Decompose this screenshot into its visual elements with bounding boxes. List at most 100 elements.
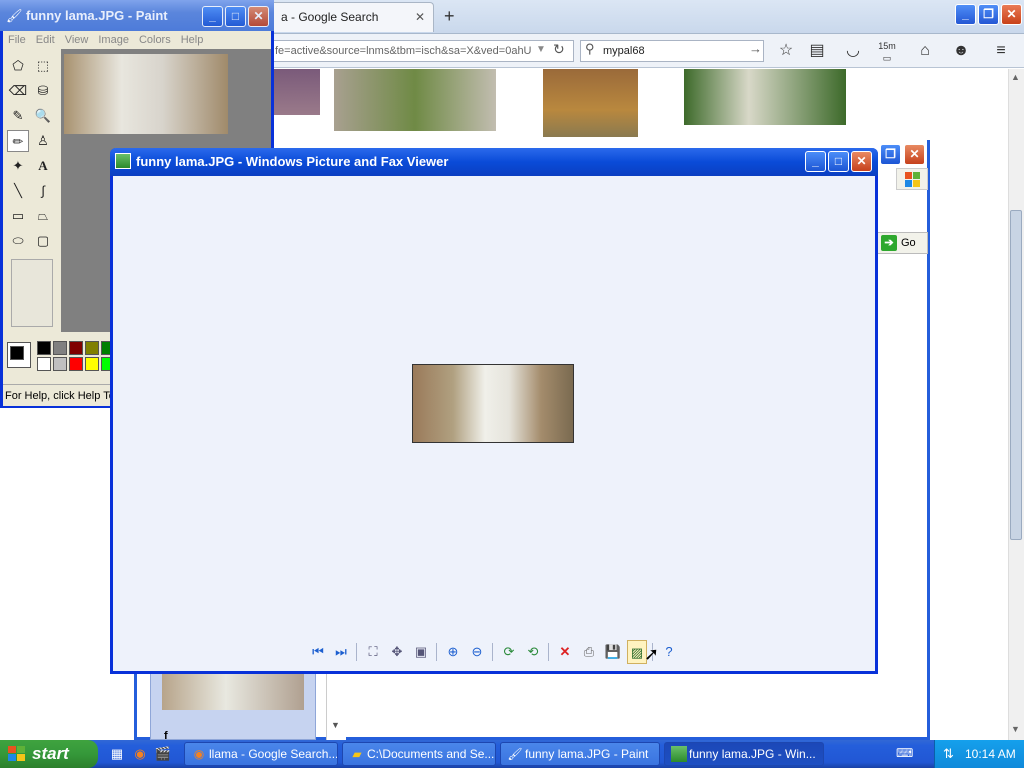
thumbnail-image[interactable] [162,674,304,710]
reload-icon[interactable]: ↻ [553,41,565,58]
viewer-image[interactable] [412,364,574,443]
rotate-counterclockwise-icon[interactable]: ⟲ [523,640,543,664]
reader-list-icon[interactable]: ▤ [806,40,828,62]
free-select-icon[interactable]: ⬠ [7,55,29,77]
clock[interactable]: 10:14 AM [965,747,1016,761]
keyboard-icon[interactable]: ⌨ [896,746,913,760]
go-arrow-icon: ➔ [881,235,897,251]
search-input[interactable]: mypal68 [580,40,764,62]
polygon-icon[interactable]: ⏢ [32,205,54,227]
show-desktop-icon[interactable]: ▦ [108,745,126,763]
color-swatch[interactable] [53,357,67,371]
rotate-clockwise-icon[interactable]: ⟳ [499,640,519,664]
magnifier-icon[interactable]: 🔍 [32,105,54,127]
menu-edit[interactable]: Edit [31,31,60,49]
curve-icon[interactable]: ∫ [32,180,54,202]
viewer-minimize-button[interactable]: _ [805,151,826,172]
taskbar-picture-viewer[interactable]: funny lama.JPG - Win... [664,742,824,766]
ellipse-icon[interactable]: ⬭ [7,230,29,252]
color-swatch[interactable] [37,357,51,371]
toolbar-separator [436,643,437,661]
network-icon[interactable]: ⇅ [943,740,954,768]
pencil-icon[interactable]: ✏ [7,130,29,152]
image-result[interactable] [684,69,846,125]
line-icon[interactable]: ╲ [7,180,29,202]
menu-file[interactable]: File [3,31,31,49]
actual-size-icon[interactable]: ✥ [387,640,407,664]
zoom-in-icon[interactable]: ⊕ [443,640,463,664]
image-result[interactable] [543,69,638,137]
viewer-close-button[interactable]: ✕ [851,151,872,172]
color-swatch[interactable] [69,341,83,355]
pocket-icon[interactable]: ◡ [842,40,864,62]
scroll-down-icon[interactable]: ▼ [1011,724,1020,734]
zoom-out-icon[interactable]: ⊖ [467,640,487,664]
color-swatch[interactable] [69,357,83,371]
search-go-icon[interactable]: → [749,41,762,56]
tab-close-icon[interactable]: ✕ [415,3,425,31]
firefox-quicklaunch-icon[interactable]: ◉ [131,745,149,763]
eraser-icon[interactable]: ⌫ [7,80,29,102]
url-bar[interactable]: fe=active&source=lnms&tbm=isch&sa=X&ved=… [272,40,574,62]
explorer-restore-button[interactable]: ❐ [880,144,901,165]
help-icon[interactable]: ? [659,640,679,664]
airbrush-icon[interactable]: ✦ [7,155,29,177]
home-icon[interactable]: ⌂ [914,40,936,62]
delete-icon[interactable]: ✕ [555,640,575,664]
rounded-rect-icon[interactable]: ▢ [32,230,54,252]
menu-hamburger-icon[interactable]: ≡ [990,40,1012,62]
taskbar-label: funny lama.JPG - Win... [689,747,816,761]
paint-canvas[interactable] [64,54,228,134]
scrollbar-thumb[interactable] [1010,210,1022,540]
slideshow-icon[interactable]: ▣ [411,640,431,664]
menu-colors[interactable]: Colors [134,31,176,49]
go-button[interactable]: ➔ Go [876,232,928,254]
paint-minimize-button[interactable]: _ [202,6,223,27]
image-result[interactable] [334,69,496,131]
previous-image-icon[interactable]: ⏮ [308,640,328,664]
url-text: fe=active&source=lnms&tbm=isch&sa=X&ved=… [275,45,532,57]
emoji-icon[interactable]: ☻ [950,40,972,62]
color-swatch[interactable] [53,341,67,355]
best-fit-icon[interactable]: ⛶ [363,640,383,664]
taskbar-firefox[interactable]: ◉ llama - Google Search... [184,742,338,766]
fill-icon[interactable]: ⛁ [32,80,54,102]
color-swatch[interactable] [85,357,99,371]
url-dropdown-icon[interactable]: ▼ [536,44,546,55]
paint-maximize-button[interactable]: □ [225,6,246,27]
print-icon[interactable]: ⎙ [579,640,599,664]
ff-close-button[interactable]: ✕ [1001,4,1022,25]
menu-view[interactable]: View [60,31,94,49]
ff-minimize-button[interactable]: _ [955,4,976,25]
scroll-up-icon[interactable]: ▲ [1011,72,1020,82]
menu-help[interactable]: Help [176,31,209,49]
menu-image[interactable]: Image [93,31,134,49]
taskbar-explorer[interactable]: ▰ C:\Documents and Se... [342,742,496,766]
media-quicklaunch-icon[interactable]: 🎬 [154,745,172,763]
image-result[interactable] [274,69,320,115]
paint-close-button[interactable]: ✕ [248,6,269,27]
color-swatch[interactable] [85,341,99,355]
scroll-down-icon[interactable]: ▼ [331,720,340,730]
rect-select-icon[interactable]: ⬚ [32,55,54,77]
explorer-close-button[interactable]: ✕ [904,144,925,165]
viewer-maximize-button[interactable]: □ [828,151,849,172]
rectangle-icon[interactable]: ▭ [7,205,29,227]
brush-icon[interactable]: ♙ [32,130,54,152]
color-swatch[interactable] [37,341,51,355]
tool-options-box[interactable] [11,259,53,327]
save-icon[interactable]: 💾 [603,640,623,664]
next-image-icon[interactable]: ⏭ [331,640,351,664]
new-tab-icon[interactable]: + [444,6,455,26]
viewer-icon [671,746,687,762]
color-picker-icon[interactable]: ✎ [7,105,29,127]
start-button[interactable]: start [0,740,98,768]
timer-addon-icon[interactable]: 15m ▭ [876,40,898,63]
viewer-title-bar[interactable]: funny lama.JPG - Windows Picture and Fax… [110,148,878,176]
ff-restore-button[interactable]: ❐ [978,4,999,25]
tab-llama-search[interactable]: a - Google Search ✕ [270,2,434,32]
text-icon[interactable]: A [32,155,54,177]
bookmark-star-icon[interactable]: ☆ [775,40,797,62]
foreground-color[interactable] [10,346,24,360]
taskbar-paint[interactable]: 🖌 funny lama.JPG - Paint [500,742,660,766]
